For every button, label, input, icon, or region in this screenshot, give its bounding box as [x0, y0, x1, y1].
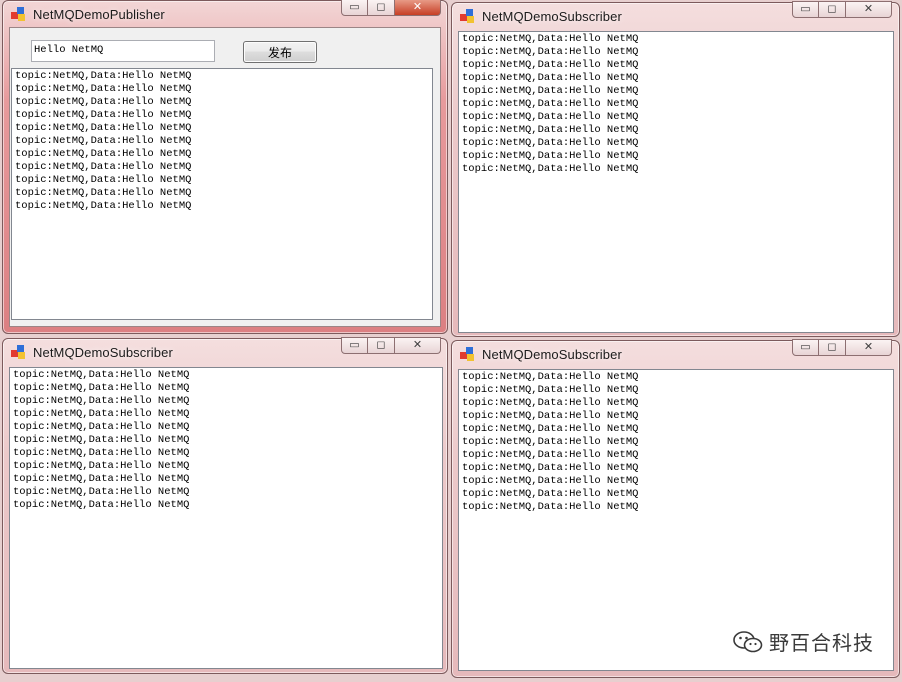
close-button[interactable]: ✕: [846, 1, 892, 18]
maximize-button[interactable]: ◻: [368, 0, 395, 16]
message-input[interactable]: Hello NetMQ: [31, 40, 215, 62]
list-item[interactable]: topic:NetMQ,Data:Hello NetMQ: [15, 200, 429, 213]
maximize-button[interactable]: ◻: [368, 337, 395, 354]
list-item[interactable]: topic:NetMQ,Data:Hello NetMQ: [462, 371, 890, 384]
list-item[interactable]: topic:NetMQ,Data:Hello NetMQ: [13, 460, 439, 473]
list-item[interactable]: topic:NetMQ,Data:Hello NetMQ: [462, 462, 890, 475]
publish-button[interactable]: 发布: [243, 41, 317, 63]
list-item[interactable]: topic:NetMQ,Data:Hello NetMQ: [13, 434, 439, 447]
window-controls: ▭ ◻ ✕: [341, 0, 441, 17]
list-item[interactable]: topic:NetMQ,Data:Hello NetMQ: [13, 369, 439, 382]
maximize-button[interactable]: ◻: [819, 1, 846, 18]
list-item[interactable]: topic:NetMQ,Data:Hello NetMQ: [462, 384, 890, 397]
list-item[interactable]: topic:NetMQ,Data:Hello NetMQ: [462, 449, 890, 462]
wechat-icon: [733, 630, 763, 652]
list-item[interactable]: topic:NetMQ,Data:Hello NetMQ: [13, 486, 439, 499]
list-item[interactable]: topic:NetMQ,Data:Hello NetMQ: [13, 408, 439, 421]
list-item[interactable]: topic:NetMQ,Data:Hello NetMQ: [462, 59, 890, 72]
list-item[interactable]: topic:NetMQ,Data:Hello NetMQ: [462, 72, 890, 85]
window-title: NetMQDemoSubscriber: [482, 346, 622, 362]
list-item[interactable]: topic:NetMQ,Data:Hello NetMQ: [462, 111, 890, 124]
list-item[interactable]: topic:NetMQ,Data:Hello NetMQ: [462, 397, 890, 410]
publisher-window[interactable]: NetMQDemoPublisher ▭ ◻ ✕ Hello NetMQ 发布 …: [2, 0, 448, 334]
close-button[interactable]: ✕: [395, 337, 441, 354]
minimize-button[interactable]: ▭: [341, 0, 368, 16]
list-item[interactable]: topic:NetMQ,Data:Hello NetMQ: [462, 124, 890, 137]
list-item[interactable]: topic:NetMQ,Data:Hello NetMQ: [462, 475, 890, 488]
window-title: NetMQDemoPublisher: [33, 6, 165, 22]
list-item[interactable]: topic:NetMQ,Data:Hello NetMQ: [462, 98, 890, 111]
subscriber-message-list[interactable]: topic:NetMQ,Data:Hello NetMQ topic:NetMQ,…: [9, 367, 443, 669]
list-item[interactable]: topic:NetMQ,Data:Hello NetMQ: [15, 96, 429, 109]
list-item[interactable]: topic:NetMQ,Data:Hello NetMQ: [13, 421, 439, 434]
minimize-button[interactable]: ▭: [341, 337, 368, 354]
list-item[interactable]: topic:NetMQ,Data:Hello NetMQ: [462, 163, 890, 176]
list-item[interactable]: topic:NetMQ,Data:Hello NetMQ: [15, 174, 429, 187]
list-item[interactable]: topic:NetMQ,Data:Hello NetMQ: [15, 161, 429, 174]
list-item[interactable]: topic:NetMQ,Data:Hello NetMQ: [15, 109, 429, 122]
list-item[interactable]: topic:NetMQ,Data:Hello NetMQ: [13, 447, 439, 460]
list-item[interactable]: topic:NetMQ,Data:Hello NetMQ: [462, 436, 890, 449]
window-title: NetMQDemoSubscriber: [33, 344, 173, 360]
subscriber-window-1[interactable]: NetMQDemoSubscriber ▭ ◻ ✕ topic:NetMQ,Da…: [451, 1, 900, 337]
window-controls: ▭ ◻ ✕: [341, 337, 441, 355]
list-item[interactable]: topic:NetMQ,Data:Hello NetMQ: [462, 33, 890, 46]
app-icon: [11, 344, 27, 360]
minimize-button[interactable]: ▭: [792, 339, 819, 356]
app-icon: [460, 8, 476, 24]
list-item[interactable]: topic:NetMQ,Data:Hello NetMQ: [13, 395, 439, 408]
list-item[interactable]: topic:NetMQ,Data:Hello NetMQ: [13, 382, 439, 395]
list-item[interactable]: topic:NetMQ,Data:Hello NetMQ: [15, 83, 429, 96]
list-item[interactable]: topic:NetMQ,Data:Hello NetMQ: [13, 499, 439, 512]
list-item[interactable]: topic:NetMQ,Data:Hello NetMQ: [15, 122, 429, 135]
list-item[interactable]: topic:NetMQ,Data:Hello NetMQ: [15, 70, 429, 83]
subscriber-window-2[interactable]: NetMQDemoSubscriber ▭ ◻ ✕ topic:NetMQ,Da…: [2, 337, 448, 674]
close-button[interactable]: ✕: [846, 339, 892, 356]
publisher-message-list[interactable]: topic:NetMQ,Data:Hello NetMQ topic:NetMQ,…: [11, 68, 433, 320]
watermark-text: 野百合科技: [769, 633, 874, 655]
list-item[interactable]: topic:NetMQ,Data:Hello NetMQ: [462, 410, 890, 423]
close-button[interactable]: ✕: [395, 0, 441, 16]
list-item[interactable]: topic:NetMQ,Data:Hello NetMQ: [462, 423, 890, 436]
window-controls: ▭ ◻ ✕: [792, 1, 892, 19]
list-item[interactable]: topic:NetMQ,Data:Hello NetMQ: [462, 85, 890, 98]
maximize-button[interactable]: ◻: [819, 339, 846, 356]
list-item[interactable]: topic:NetMQ,Data:Hello NetMQ: [462, 46, 890, 59]
list-item[interactable]: topic:NetMQ,Data:Hello NetMQ: [15, 135, 429, 148]
list-item[interactable]: topic:NetMQ,Data:Hello NetMQ: [462, 488, 890, 501]
list-item[interactable]: topic:NetMQ,Data:Hello NetMQ: [462, 501, 890, 514]
list-item[interactable]: topic:NetMQ,Data:Hello NetMQ: [15, 187, 429, 200]
watermark: 野百合科技: [733, 627, 874, 656]
app-icon: [460, 346, 476, 362]
publisher-client-area: Hello NetMQ 发布 topic:NetMQ,Data:Hello Ne…: [9, 27, 441, 327]
window-controls: ▭ ◻ ✕: [792, 339, 892, 357]
window-title: NetMQDemoSubscriber: [482, 8, 622, 24]
app-icon: [11, 6, 27, 22]
subscriber-message-list[interactable]: topic:NetMQ,Data:Hello NetMQ topic:NetMQ,…: [458, 31, 894, 333]
subscriber-message-list[interactable]: topic:NetMQ,Data:Hello NetMQ topic:NetMQ,…: [458, 369, 894, 671]
list-item[interactable]: topic:NetMQ,Data:Hello NetMQ: [15, 148, 429, 161]
list-item[interactable]: topic:NetMQ,Data:Hello NetMQ: [13, 473, 439, 486]
list-item[interactable]: topic:NetMQ,Data:Hello NetMQ: [462, 150, 890, 163]
list-item[interactable]: topic:NetMQ,Data:Hello NetMQ: [462, 137, 890, 150]
minimize-button[interactable]: ▭: [792, 1, 819, 18]
